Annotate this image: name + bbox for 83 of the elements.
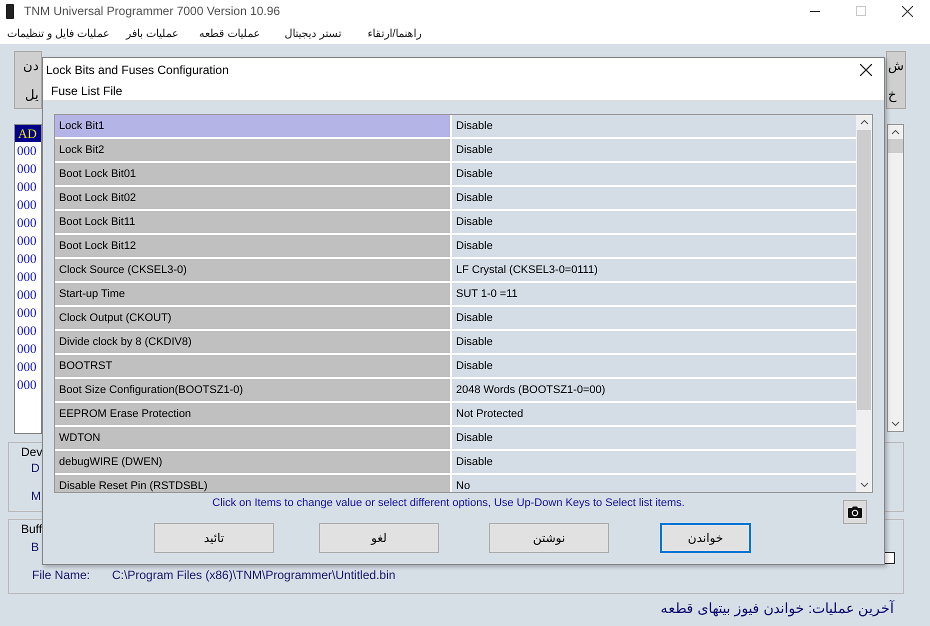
group-title: Buff [21,522,42,536]
hex-address: 000 [16,142,38,160]
scroll-up-icon[interactable] [891,129,900,135]
table-cell[interactable]: WDTON [55,427,452,451]
hex-address: 000 [16,214,38,232]
table-cell[interactable]: Clock Source (CKSEL3-0) [55,259,452,283]
table-cell[interactable]: Disable [452,139,856,163]
dialog-button[interactable]: لغو [319,523,439,553]
table-cell[interactable]: Disable Reset Pin (RSTDSBL) [55,475,452,492]
table-cell[interactable]: 2048 Words (BOOTSZ1-0=00) [452,379,856,403]
table-cell[interactable]: BOOTRST [55,355,452,379]
scroll-down-icon[interactable] [860,482,868,488]
hex-address: 000 [16,340,38,358]
group-title: Dev [21,445,42,459]
file-path: C:\Program Files (x86)\TNM\Programmer\Untitled.bin [112,568,396,582]
close-icon[interactable] [860,64,872,76]
hex-address: 000 [16,196,38,214]
hex-address: 000 [16,250,38,268]
hex-address: 000 [16,376,38,394]
hex-address: 000 [16,268,38,286]
field-label: B [31,540,40,554]
menu-item[interactable]: عملیات قطعه [199,26,260,40]
camera-icon [848,506,862,518]
table-cell[interactable]: Disable [452,307,856,331]
table-cell[interactable]: Disable [452,355,856,379]
scroll-thumb[interactable] [888,139,903,153]
close-icon[interactable] [902,6,912,16]
toolbar-button[interactable]: دن یل [14,51,42,109]
hex-address: 000 [16,160,38,178]
hex-address: 000 [16,286,38,304]
hex-address: 000 [16,232,38,250]
status-text: آخرین عملیات: خواندن فیوز بیتهای قطعه [660,600,894,616]
field-label: D [31,461,40,475]
hex-address: 000 [16,322,38,340]
dialog-button[interactable]: خواندن [660,523,751,553]
hex-address: 000 [16,178,38,196]
table-cell[interactable]: Disable [452,211,856,235]
table-cell[interactable]: Divide clock by 8 (CKDIV8) [55,331,452,355]
table-cell[interactable]: Boot Size Configuration(BOOTSZ1-0) [55,379,452,403]
camera-button[interactable] [843,500,867,524]
menu-item[interactable]: عملیات فایل و تنظیمات [7,26,110,40]
chip-icon [6,4,14,18]
field-label: M [31,489,41,503]
table-cell[interactable]: Boot Lock Bit01 [55,163,452,187]
dialog-button[interactable]: تائید [154,523,274,553]
table-cell[interactable]: Boot Lock Bit02 [55,187,452,211]
hex-address: 000 [16,304,38,322]
table-cell[interactable]: Lock Bit2 [55,139,452,163]
menu-item[interactable]: Fuse List File [51,84,122,98]
table-cell[interactable]: Disable [452,451,856,475]
hint-text: Click on Items to change value or select different options, Use Up-Down Keys to Select list items. [211,497,686,509]
scroll-up-icon[interactable] [860,119,868,125]
hex-header: AD [15,125,41,142]
table-cell[interactable]: debugWIRE (DWEN) [55,451,452,475]
table-cell[interactable]: Disable [452,235,856,259]
table-cell[interactable]: Disable [452,187,856,211]
toolbar-button[interactable]: ش خ [886,51,906,109]
table-cell[interactable]: Lock Bit1 [55,115,452,139]
menu-item[interactable]: عملیات بافر [126,26,180,40]
table-cell[interactable]: SUT 1-0 =11 [452,283,856,307]
table-cell[interactable]: No [452,475,856,492]
table-cell[interactable]: Disable [452,163,856,187]
dialog-title: Lock Bits and Fuses Configuration [46,62,229,76]
scrollbar[interactable] [856,115,872,492]
table-cell[interactable]: Boot Lock Bit11 [55,211,452,235]
hex-address: 000 [16,358,38,376]
menu-item[interactable]: راهنما/ارتقاء [367,26,422,40]
table-cell[interactable]: Disable [452,427,856,451]
minimize-icon[interactable] [810,10,820,12]
dialog-button[interactable]: نوشتن [489,523,609,553]
field-label: File Name: [32,568,90,582]
table-cell[interactable]: Not Protected [452,403,856,427]
menu-item[interactable]: تستر دیجیتال [284,26,342,40]
table-cell[interactable]: LF Crystal (CKSEL3-0=0111) [452,259,856,283]
table-cell[interactable]: Clock Output (CKOUT) [55,307,452,331]
scrollbar[interactable] [887,124,904,432]
window-title: TNM Universal Programmer 7000 Version 10.96 [24,4,280,18]
table-cell[interactable]: Disable [452,115,856,139]
table-cell[interactable]: Start-up Time [55,283,452,307]
scroll-down-icon[interactable] [891,421,900,427]
table-cell[interactable]: EEPROM Erase Protection [55,403,452,427]
table-cell[interactable]: Disable [452,331,856,355]
table-cell[interactable]: Boot Lock Bit12 [55,235,452,259]
